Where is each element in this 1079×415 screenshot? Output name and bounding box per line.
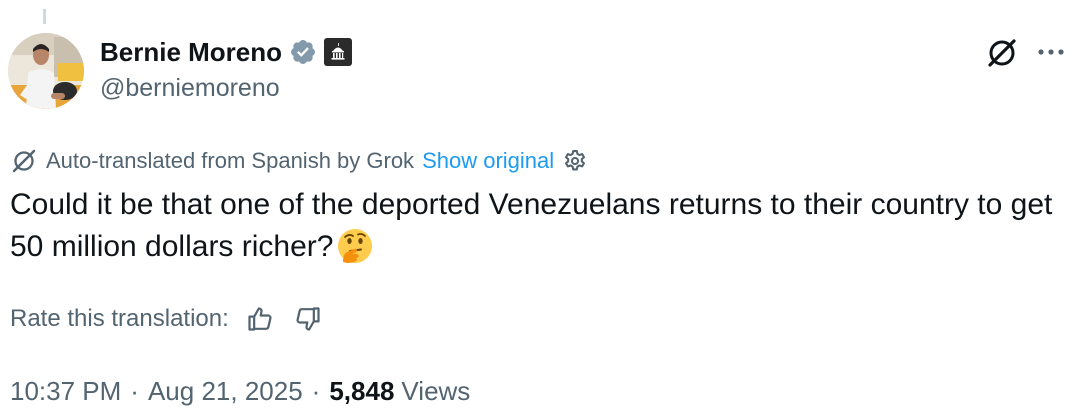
grok-icon[interactable]: [984, 35, 1020, 71]
thumbs-down-icon[interactable]: [291, 302, 325, 336]
gear-icon[interactable]: [562, 148, 588, 174]
grok-translate-icon: [10, 147, 38, 175]
views-label: Views: [401, 375, 471, 406]
tweet-body: Could it be that one of the deported Ven…: [10, 188, 1053, 263]
tweet-text: Could it be that one of the deported Ven…: [10, 184, 1075, 276]
tweet-date[interactable]: Aug 21, 2025: [148, 376, 303, 407]
tweet-meta-row: 10:37 PM · Aug 21, 2025 · 5,848 Views: [10, 372, 470, 410]
more-options-icon[interactable]: [1034, 37, 1068, 67]
translation-notice-text: Auto-translated from Spanish by Grok: [46, 148, 415, 173]
author-name-row: Bernie Moreno: [100, 34, 353, 70]
thread-connector-line: [43, 9, 46, 24]
thinking-face-emoji: [337, 228, 373, 276]
views-count: 5,848: [329, 375, 395, 406]
tweet-time[interactable]: 10:37 PM: [10, 376, 121, 407]
author-handle[interactable]: @berniemoreno: [100, 74, 280, 103]
rate-translation-label: Rate this translation:: [10, 305, 229, 332]
avatar[interactable]: [8, 33, 84, 109]
author-display-name[interactable]: Bernie Moreno: [100, 37, 282, 68]
government-building-icon[interactable]: [324, 38, 353, 66]
show-original-link[interactable]: Show original: [422, 148, 554, 174]
rate-translation-row: Rate this translation:: [10, 301, 325, 337]
verified-badge-icon[interactable]: [289, 38, 317, 66]
translation-notice-row: Auto-translated from Spanish by Grok Sho…: [10, 145, 588, 177]
meta-separator: ·: [130, 375, 139, 406]
thumbs-up-icon[interactable]: [243, 302, 277, 336]
meta-separator: ·: [311, 375, 321, 406]
profile-photo: [8, 33, 84, 109]
